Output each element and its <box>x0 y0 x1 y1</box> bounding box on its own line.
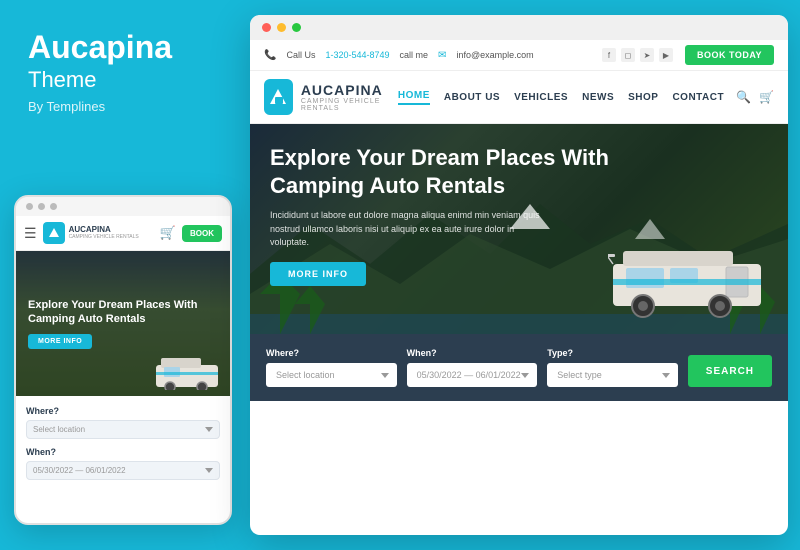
mobile-mockup: ☰ AUCAPINA CAMPING VEHICLE RENTALS 🛒 BOO… <box>14 195 232 525</box>
topbar-call-me[interactable]: call me <box>400 50 429 60</box>
cart-icon[interactable]: 🛒 <box>759 90 774 104</box>
cart-icon[interactable]: 🛒 <box>160 225 176 241</box>
mobile-date-select[interactable]: 05/30/2022 — 06/01/2022 <box>26 461 220 480</box>
topbar-left: 📞 Call Us 1-320-544-8749 call me ✉ info@… <box>264 50 590 61</box>
mobile-dot-1 <box>26 203 33 210</box>
topbar-email: info@example.com <box>456 50 533 60</box>
mobile-browser-chrome <box>16 197 230 216</box>
desktop-hero: Explore Your Dream Places WithCamping Au… <box>250 124 788 334</box>
nav-home[interactable]: HOME <box>398 90 430 105</box>
type-field: Type? Select type <box>547 348 678 387</box>
youtube-icon[interactable]: ▶ <box>659 48 673 62</box>
when-label: When? <box>407 348 538 358</box>
type-label: Type? <box>547 348 678 358</box>
desktop-logo-text: AUCAPINA <box>301 82 398 98</box>
browser-dot-red <box>262 23 271 32</box>
mobile-location-select[interactable]: Select location <box>26 420 220 439</box>
topbar-phone[interactable]: 1-320-544-8749 <box>325 50 389 60</box>
hero-more-info-button[interactable]: MORE INFO <box>270 262 366 286</box>
desktop-logo: AUCAPINA CAMPING VEHICLE RENTALS <box>264 79 398 115</box>
browser-chrome <box>250 15 788 40</box>
search-icon[interactable]: 🔍 <box>736 90 751 104</box>
desktop-nav: AUCAPINA CAMPING VEHICLE RENTALS HOME AB… <box>250 71 788 124</box>
hero-title: Explore Your Dream Places WithCamping Au… <box>270 144 609 199</box>
hero-subtitle: Incididunt ut labore eut dolore magna al… <box>270 209 550 250</box>
when-field: When? 05/30/2022 — 06/01/2022 <box>407 348 538 387</box>
mobile-when-label: When? <box>26 447 220 457</box>
mobile-where-label: Where? <box>26 406 220 416</box>
mobile-dot-3 <box>50 203 57 210</box>
nav-news[interactable]: NEWS <box>582 92 614 103</box>
mobile-dot-2 <box>38 203 45 210</box>
mobile-rv-illustration <box>156 355 226 390</box>
mobile-book-button[interactable]: BOOK <box>182 225 222 242</box>
left-panel: Aucapina Theme By Templines ☰ AUCAPINA C… <box>0 0 248 550</box>
desktop-logo-sub: CAMPING VEHICLE RENTALS <box>301 98 398 112</box>
book-today-button[interactable]: BOOK TODAY <box>685 45 774 65</box>
mobile-logo-sub: CAMPING VEHICLE RENTALS <box>69 234 139 240</box>
type-select[interactable]: Select type <box>547 363 678 387</box>
topbar-call-us: Call Us <box>286 50 315 60</box>
hero-content: Explore Your Dream Places WithCamping Au… <box>270 144 609 286</box>
hamburger-icon[interactable]: ☰ <box>24 225 37 242</box>
mobile-search-form: Where? Select location When? 05/30/2022 … <box>16 396 230 488</box>
desktop-mockup: 📞 Call Us 1-320-544-8749 call me ✉ info@… <box>250 15 788 535</box>
when-select[interactable]: 05/30/2022 — 06/01/2022 <box>407 363 538 387</box>
facebook-icon[interactable]: f <box>602 48 616 62</box>
instagram-icon[interactable]: ◻ <box>621 48 635 62</box>
mobile-logo: AUCAPINA CAMPING VEHICLE RENTALS <box>43 222 154 244</box>
desktop-nav-links: HOME ABOUT US VEHICLES NEWS SHOP CONTACT <box>398 90 724 105</box>
where-label: Where? <box>266 348 397 358</box>
mobile-hero: Explore Your Dream Places With Camping A… <box>16 251 230 396</box>
email-icon: ✉ <box>438 50 446 61</box>
where-select[interactable]: Select location <box>266 363 397 387</box>
desktop-rv-illustration <box>608 239 768 324</box>
mobile-logo-icon <box>43 222 65 244</box>
nav-about[interactable]: ABOUT US <box>444 92 500 103</box>
nav-shop[interactable]: SHOP <box>628 92 658 103</box>
nav-contact[interactable]: CONTACT <box>672 92 724 103</box>
brand-by: By Templines <box>28 99 105 114</box>
desktop-topbar: 📞 Call Us 1-320-544-8749 call me ✉ info@… <box>250 40 788 71</box>
mobile-nav: ☰ AUCAPINA CAMPING VEHICLE RENTALS 🛒 BOO… <box>16 216 230 251</box>
nav-icons: 🔍 🛒 <box>736 90 774 104</box>
search-button[interactable]: SEARCH <box>688 355 772 387</box>
browser-dot-green <box>292 23 301 32</box>
nav-vehicles[interactable]: VEHICLES <box>514 92 568 103</box>
desktop-logo-icon <box>264 79 293 115</box>
telegram-icon[interactable]: ➤ <box>640 48 654 62</box>
mobile-hero-title: Explore Your Dream Places With Camping A… <box>28 298 218 327</box>
mobile-logo-text: AUCAPINA <box>69 226 139 235</box>
mobile-more-info-button[interactable]: MORE INFO <box>28 334 92 349</box>
topbar-social: f ◻ ➤ ▶ <box>602 48 673 62</box>
brand-title: Aucapina <box>28 30 172 65</box>
search-form: Where? Select location When? 05/30/2022 … <box>250 334 788 401</box>
where-field: Where? Select location <box>266 348 397 387</box>
brand-subtitle: Theme <box>28 67 96 93</box>
phone-icon: 📞 <box>264 50 276 61</box>
browser-dot-yellow <box>277 23 286 32</box>
